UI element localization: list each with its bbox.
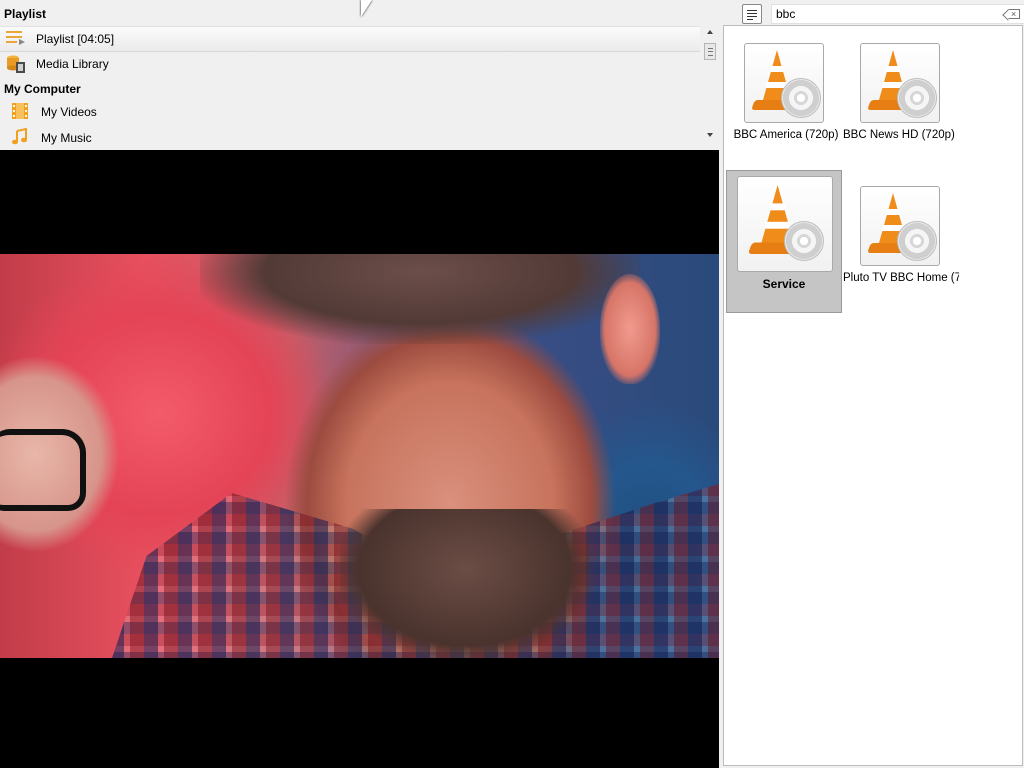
result-tile-label: BBC America (720p) (733, 129, 839, 141)
vlc-cone-icon (737, 176, 833, 272)
playlist-section-header: Playlist (4, 7, 47, 21)
scroll-up-arrow-icon[interactable] (707, 30, 713, 34)
result-tile[interactable]: BBC News HD (720p) ... (843, 43, 959, 183)
sidebar-item-playlist[interactable]: Playlist [04:05] (0, 26, 700, 52)
sidebar-item-label: My Music (41, 131, 92, 145)
sidebar-item-label: Playlist [04:05] (36, 32, 115, 46)
media-library-icon (6, 54, 28, 74)
search-box: × (771, 4, 1024, 24)
sidebar-item-label: My Videos (41, 105, 97, 119)
playlist-sidebar: Playlist Playlist [04:05] Media Library … (0, 0, 719, 150)
playlist-icon (6, 29, 28, 49)
clear-search-icon[interactable]: × (1008, 9, 1020, 19)
video-output[interactable] (0, 150, 719, 768)
sidebar-item-label: Media Library (36, 57, 109, 71)
sidebar-item-media-library[interactable]: Media Library (0, 52, 700, 76)
music-note-icon (11, 127, 33, 148)
video-hair-region (200, 254, 640, 344)
mouse-cursor-icon (361, 0, 372, 17)
film-icon (11, 102, 33, 122)
sidebar-scrollbar[interactable] (703, 27, 718, 145)
sidebar-item-my-music[interactable]: My Music (0, 126, 700, 150)
sidebar-item-my-videos[interactable]: My Videos (0, 100, 700, 124)
result-tile-label: Pluto TV BBC Home (7... (843, 272, 959, 284)
result-tile[interactable]: BBC America (720p) (728, 43, 844, 183)
video-beard-region (340, 509, 590, 658)
scroll-down-arrow-icon[interactable] (707, 133, 713, 137)
vlc-cone-icon (860, 186, 940, 266)
vlc-cone-icon (860, 43, 940, 123)
result-tile-label: BBC News HD (720p) ... (843, 129, 959, 141)
my-computer-section-header: My Computer (4, 82, 81, 96)
result-tile[interactable]: Pluto TV BBC Home (7... (843, 186, 959, 326)
result-tile-label: Service (762, 277, 806, 291)
result-tile-selected[interactable]: Service (726, 170, 842, 313)
view-toggle-button[interactable] (742, 4, 762, 24)
vlc-cone-icon (744, 43, 824, 123)
search-input[interactable] (776, 6, 996, 22)
video-glasses-region (0, 429, 86, 511)
video-ear-region (600, 274, 660, 384)
video-frame (0, 254, 719, 658)
scrollbar-thumb[interactable] (704, 43, 716, 60)
results-grid: BBC America (720p) BBC News HD (720p) ..… (723, 25, 1023, 766)
